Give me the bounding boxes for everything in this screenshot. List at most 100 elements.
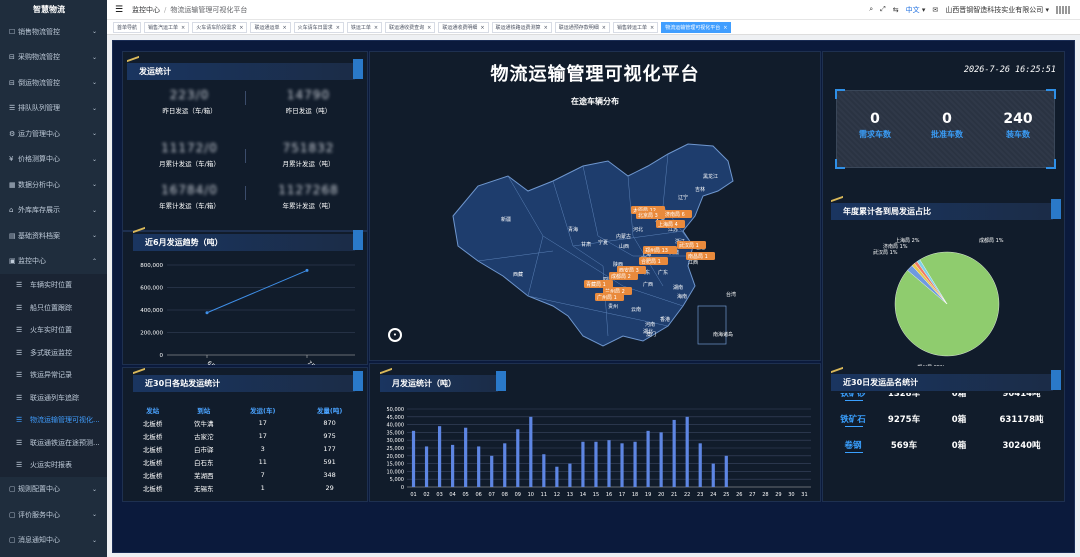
y-tick-label: 25,000 [387,446,405,452]
menu-icon: ▦ [9,180,16,189]
sidebar-menu-item[interactable]: ⌂ 外库库存展示 ⌄ [0,198,107,224]
province-label: 贵州 [608,303,618,310]
stat-value: 14790 [286,88,331,102]
reset-icon[interactable]: • [388,328,402,342]
bar [594,441,598,487]
sidebar-menu-item[interactable]: ⊟ 采购物流管控 ⌄ [0,45,107,71]
sidebar-menu-item[interactable]: ⚙ 运力管理中心 ⌄ [0,121,107,147]
province-label: 新疆 [501,216,511,223]
pie-chart: 郑州局 95% 上海局 2%济南局 1%武汉局 1% 成都局 1% [873,237,1004,366]
kpi-label: 批准车数 [931,130,963,139]
rank-name: 铁矿砂 [840,393,866,399]
x-tick-label: 14 [580,492,586,498]
sub-label: 船只位置跟踪 [30,303,72,312]
tab-item[interactable]: 销售汽运工单 × [144,21,190,33]
sidebar-sub-item[interactable]: ☰ 火车实时位置 [0,319,107,342]
tab-item[interactable]: 联运通收费明细 × [438,21,489,33]
chevron-icon: ⌄ [91,485,97,493]
search-icon[interactable]: ⌕ [869,5,873,14]
close-icon[interactable]: × [239,23,243,32]
y-tick-label: 10,000 [387,469,405,475]
menu-icon: ☐ [9,27,16,36]
sidebar-menu-item[interactable]: ▢ 规则配置中心 ⌄ [0,477,107,503]
stat-label: 昨日发运（车/箱） [162,107,217,115]
tab-item[interactable]: 联运通运单 × [250,21,291,33]
sidebar-sub-item[interactable]: ☰ 车辆实时位置 [0,274,107,297]
sidebar-sub-item[interactable]: ☰ 铁运异常记录 [0,364,107,387]
sidebar-menu-item[interactable]: ▣ 监控中心 ⌃ [0,249,107,275]
table-cell: 北板桥 [142,471,163,480]
close-icon[interactable]: × [427,23,431,32]
chevron-icon: ⌃ [91,257,97,265]
table-header: 发站 [146,406,160,415]
tab-item[interactable]: 物流运输管理可视化平台 × [661,21,732,33]
sidebar-menu-item[interactable]: ▢ 消息通知中心 ⌄ [0,528,107,554]
kpi-item: 240 装车数 [988,111,1048,140]
close-icon[interactable]: × [336,23,340,32]
sidebar-sub-item[interactable]: ☰ 联运通列车追踪 [0,386,107,409]
sidebar-menu-item[interactable]: ▦ 数据分析中心 ⌄ [0,172,107,198]
province-label: 辽宁 [678,194,688,201]
tab-label: 火车请车日需求 [297,24,333,31]
tab-item[interactable]: 联运通收费查询 × [385,21,436,33]
close-icon[interactable]: × [374,23,378,32]
language-select[interactable]: 中文 ▾ [906,5,926,15]
pie-label: 郑州局 95% [917,364,945,366]
x-tick-label: 01 [410,492,416,498]
rank-cars: 9275车 [887,415,921,425]
table-header: 发运(车) [250,406,276,415]
avatar[interactable] [1056,5,1070,14]
monthly-chart: 0 5,000 10,00015,000 20,000 25,000 30,000 35,0… [387,407,811,498]
sidebar-sub-item[interactable]: ☰ 火运实时报表 [0,454,107,477]
bar [477,446,481,487]
tab-item[interactable]: 联运通铁路运费测算 × [491,21,552,33]
sidebar-menu-item[interactable]: ☐ 销售物流管控 ⌄ [0,19,107,45]
hamburger-icon[interactable]: ☰ [112,5,126,15]
tab-item[interactable]: 销售转运工单 × [612,21,659,33]
close-icon[interactable]: × [723,23,727,32]
sidebar-sub-item[interactable]: ☰ 船只位置跟踪 [0,296,107,319]
table-row: 北板桥 白市驿 3 177 [127,442,363,455]
close-icon[interactable]: × [282,23,286,32]
x-tick-label: 17 [619,492,625,498]
close-icon[interactable]: × [480,23,484,32]
tab-item[interactable]: 首单导航 [113,21,142,33]
chevron-icon: ⌄ [91,28,97,36]
trend-title: 近6月发运趋势（吨） [133,230,363,251]
tab-item[interactable]: 火车请车阶段需求 × [192,21,248,33]
sidebar-menu-item[interactable]: ¥ 价格测算中心 ⌄ [0,147,107,173]
close-icon[interactable]: × [602,23,606,32]
breadcrumb-item[interactable]: 监控中心 [132,6,160,14]
mail-icon[interactable]: ✉ [932,6,938,14]
bar [724,455,728,487]
close-icon[interactable]: × [650,23,654,32]
stat-item: 11172/0 月累计发运（车/箱） [137,141,242,168]
sidebar-menu-item[interactable]: ⊟ 倒运物流管控 ⌄ [0,70,107,96]
x-tick-label: 20 [658,492,664,498]
close-icon[interactable]: × [544,23,548,32]
sidebar-menu-item[interactable]: ☰ 排队队列管理 ⌄ [0,96,107,122]
sidebar-menu-item[interactable]: ▢ 评价服务中心 ⌄ [0,502,107,528]
stations-title: 近30日各站发运统计 [133,371,363,392]
stat-label: 月累计发运（车/箱） [159,160,220,168]
fullscreen-icon[interactable]: ⤢ [880,5,886,14]
sidebar-sub-item[interactable]: ☰ 联运通铁运在途预测... [0,431,107,454]
rank-list[interactable]: 铁矿砂 1328车 0箱 90414吨 铁矿石 9275车 0箱 631178吨 卷钢 569车 0… [831,393,1061,493]
tab-item[interactable]: 联运通预存款明细 × [554,21,610,33]
sidebar-sub-item[interactable]: ☰ 物流运输管理可视化... [0,409,107,432]
tab-item[interactable]: 火车请车日需求 × [293,21,344,33]
translate-icon[interactable]: ⇆ [893,6,899,14]
sidebar-sub-item[interactable]: ☰ 多式联运监控 [0,341,107,364]
kpi-label: 需求车数 [859,130,891,139]
rank-cars: 569车 [890,441,918,451]
y-tick-label: 200,000 [140,331,163,337]
stations-table-wrap[interactable]: 发站 到站 发运(车) 发量(吨) 北板桥 饮牛溝 17 870 北板桥 古家沱 17 975 北板桥白… [127,403,363,498]
table-header: 发量(吨) [316,406,343,415]
tab-item[interactable]: 铁运工单 × [346,21,383,33]
pie-title: 年度累计各到局发运占比 [831,199,1061,220]
company-select[interactable]: 山西晋钢智造科技实业有限公司 ▾ [945,5,1049,15]
close-icon[interactable]: × [181,23,185,32]
china-map[interactable]: 新疆西藏青海甘肃宁夏内蒙古黑龙江吉林辽宁北京天津河北山西陕西四川重庆贵州云南广西… [433,136,763,356]
stat-label: 月累计发运（吨） [282,160,335,168]
sidebar-menu-item[interactable]: ▤ 基础资料档案 ⌄ [0,223,107,249]
